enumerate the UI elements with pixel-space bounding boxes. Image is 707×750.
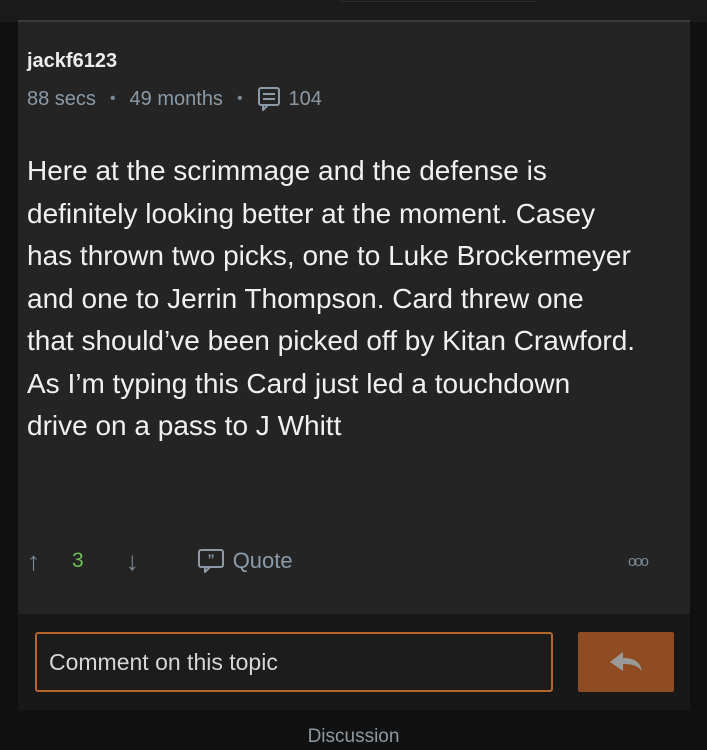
post-age[interactable]: 49 months [130, 88, 223, 111]
quote-bubble-icon: ” [197, 549, 224, 573]
top-strip [0, 0, 707, 22]
reply-arrow-icon [610, 652, 642, 671]
tab-discussion[interactable]: Discussion [0, 726, 707, 748]
comment-list-icon [257, 87, 280, 111]
reply-send-button[interactable] [578, 632, 674, 692]
vote-score: 3 [72, 549, 84, 572]
more-options-icon[interactable]: ooo [628, 553, 649, 570]
post-meta: 88 secs • 49 months • 104 [27, 86, 322, 112]
quote-label: Quote [232, 548, 293, 573]
meta-separator: • [109, 90, 116, 107]
post-actions: ↑ 3 ↓ ” Quote ooo [27, 545, 649, 577]
arrow-up-icon[interactable]: ↑ [27, 548, 40, 574]
comment-input[interactable] [35, 632, 553, 692]
top-button-edge[interactable] [338, 0, 538, 2]
quote-button[interactable]: ” Quote [197, 548, 293, 574]
reply-count-value: 104 [288, 87, 322, 110]
reply-count[interactable]: 104 [257, 86, 322, 112]
post-username[interactable]: jackf6123 [27, 50, 117, 73]
post-body: Here at the scrimmage and the defense is… [27, 155, 636, 441]
reading-time: 88 secs [27, 87, 96, 110]
svg-text:”: ” [207, 551, 214, 567]
arrow-down-icon[interactable]: ↓ [126, 548, 139, 574]
meta-separator: • [236, 90, 243, 107]
bottom-bar: Discussion [0, 710, 707, 750]
